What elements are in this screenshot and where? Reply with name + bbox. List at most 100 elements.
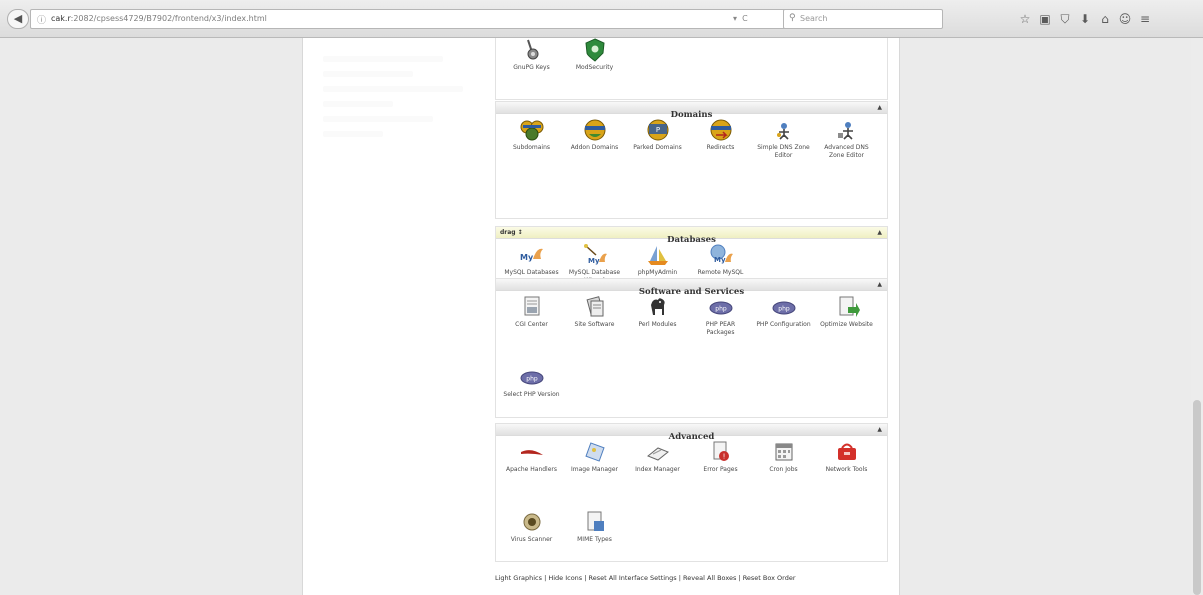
svg-text:php: php xyxy=(778,306,790,313)
back-button[interactable]: ◀ xyxy=(7,9,29,29)
software-section: Software and Services ▲ CGI Center Site … xyxy=(495,278,888,418)
error-pages-item[interactable]: ! Error Pages xyxy=(689,438,752,508)
svg-text:My: My xyxy=(588,257,600,265)
svg-text:php: php xyxy=(526,376,538,383)
site-software-icon xyxy=(586,296,603,317)
cgi-center-icon xyxy=(524,296,539,316)
domains-header[interactable]: Domains ▲ xyxy=(496,102,887,120)
menu-icon[interactable]: ≡ xyxy=(1135,10,1155,28)
mysql-wizard-icon: My xyxy=(583,244,607,265)
php-pear-icon: php xyxy=(709,301,732,315)
domains-section: Domains ▲ Subdomains Addon Domains P Par… xyxy=(495,101,888,219)
mysql-databases-icon: My xyxy=(520,248,543,262)
php-pear-packages-item[interactable]: php PHP PEAR Packages xyxy=(689,293,752,363)
network-tools-icon xyxy=(837,443,856,460)
section-title: Advanced xyxy=(668,432,715,442)
back-arrow-icon: ◀ xyxy=(13,12,23,25)
svg-text:My: My xyxy=(714,256,726,264)
redirects-icon xyxy=(710,119,731,141)
download-icon[interactable]: ⬇ xyxy=(1075,10,1095,28)
site-identity-icon[interactable]: ⓘ xyxy=(37,13,46,26)
collapse-arrow-icon[interactable]: ▲ xyxy=(877,102,882,114)
page-margin-right xyxy=(900,38,1203,595)
modsecurity-shield-icon xyxy=(584,38,605,62)
parked-domains-item[interactable]: P Parked Domains xyxy=(626,116,689,186)
apache-handlers-icon xyxy=(520,450,543,455)
advanced-section: Advanced ▲ Apache Handlers Image Manager xyxy=(495,423,888,562)
index-manager-item[interactable]: Index Manager xyxy=(626,438,689,508)
databases-header[interactable]: drag ↕ Databases ▲ xyxy=(496,227,887,245)
collapse-arrow-icon[interactable]: ▲ xyxy=(877,424,882,436)
parked-domains-icon: P xyxy=(647,119,668,141)
browser-toolbar: ◀ ⓘ cak.r:2082/cpsess4729/B7902/frontend… xyxy=(0,0,1203,38)
svg-text:!: ! xyxy=(722,453,725,461)
collapse-arrow-icon[interactable]: ▲ xyxy=(877,279,882,291)
subdomains-icon xyxy=(520,120,543,141)
mime-types-icon xyxy=(587,511,604,531)
toolbar-icon-group: ☆ ▣ ⛉ ⬇ ⌂ ☺ ≡ xyxy=(1015,10,1155,28)
search-icon: ⚲ xyxy=(789,13,796,23)
advanced-dns-zone-editor-icon xyxy=(837,122,853,140)
php-configuration-item[interactable]: php PHP Configuration xyxy=(752,293,815,363)
optimize-website-icon xyxy=(839,296,860,317)
virus-scanner-item[interactable]: Virus Scanner xyxy=(500,508,563,578)
php-configuration-icon: php xyxy=(772,301,795,315)
search-placeholder: Search xyxy=(800,14,828,23)
bookmarks-icon[interactable]: ▣ xyxy=(1035,10,1055,28)
virus-scanner-icon xyxy=(523,513,540,531)
light-graphics-link[interactable]: Light Graphics xyxy=(495,574,542,582)
apache-handlers-item[interactable]: Apache Handlers xyxy=(500,438,563,508)
reset-box-order-link[interactable]: Reset Box Order xyxy=(743,574,796,582)
modsecurity-item[interactable]: ModSecurity xyxy=(563,38,626,106)
index-manager-icon xyxy=(646,447,669,461)
optimize-website-item[interactable]: Optimize Website xyxy=(815,293,878,363)
url-text[interactable]: cak.r:2082/cpsess4729/B7902/frontend/x3/… xyxy=(51,14,311,23)
cpanel-page: GnuPG Keys ModSecurity Domains ▲ Subdoma… xyxy=(303,38,899,595)
security-section: GnuPG Keys ModSecurity xyxy=(495,38,888,100)
subdomains-item[interactable]: Subdomains xyxy=(500,116,563,186)
mime-types-item[interactable]: MIME Types xyxy=(563,508,626,578)
select-php-version-icon: php xyxy=(520,371,543,385)
simple-dns-zone-editor-icon xyxy=(776,123,789,140)
perl-modules-icon xyxy=(650,298,665,315)
reset-interface-settings-link[interactable]: Reset All Interface Settings xyxy=(589,574,677,582)
svg-text:php: php xyxy=(715,306,727,313)
url-bar[interactable]: ⓘ cak.r:2082/cpsess4729/B7902/frontend/x… xyxy=(30,9,826,29)
simple-dns-zone-editor-item[interactable]: Simple DNS Zone Editor xyxy=(752,116,815,186)
section-title: Domains xyxy=(670,110,713,120)
search-box[interactable]: ⚲ Search xyxy=(783,9,943,29)
drag-handle[interactable]: drag ↕ xyxy=(500,227,523,239)
image-manager-icon xyxy=(584,442,605,462)
sync-icon[interactable]: ☺ xyxy=(1115,10,1135,28)
network-tools-item[interactable]: Network Tools xyxy=(815,438,878,508)
section-title: Databases xyxy=(667,235,716,245)
redirects-item[interactable]: Redirects xyxy=(689,116,752,186)
advanced-header[interactable]: Advanced ▲ xyxy=(496,424,887,442)
home-icon[interactable]: ⌂ xyxy=(1095,10,1115,28)
hide-icons-link[interactable]: Hide Icons xyxy=(548,574,582,582)
site-software-item[interactable]: Site Software xyxy=(563,293,626,363)
scrollbar-thumb[interactable] xyxy=(1193,400,1201,595)
page-divider xyxy=(899,38,900,595)
error-pages-icon: ! xyxy=(713,441,729,461)
reveal-all-boxes-link[interactable]: Reveal All Boxes xyxy=(683,574,736,582)
cgi-center-item[interactable]: CGI Center xyxy=(500,293,563,363)
addon-domains-icon xyxy=(584,119,605,141)
advanced-dns-zone-editor-item[interactable]: Advanced DNS Zone Editor xyxy=(815,116,878,186)
pocket-icon[interactable]: ⛉ xyxy=(1055,10,1075,28)
gnupg-keys-item[interactable]: GnuPG Keys xyxy=(500,38,563,106)
cron-jobs-item[interactable]: Cron Jobs xyxy=(752,438,815,508)
svg-text:My: My xyxy=(520,253,534,262)
collapse-arrow-icon[interactable]: ▲ xyxy=(877,227,882,239)
software-header[interactable]: Software and Services ▲ xyxy=(496,279,887,297)
addon-domains-item[interactable]: Addon Domains xyxy=(563,116,626,186)
star-icon[interactable]: ☆ xyxy=(1015,10,1035,28)
remote-mysql-icon: My xyxy=(710,244,733,264)
reload-button[interactable]: ▾ C xyxy=(733,14,748,23)
perl-modules-item[interactable]: Perl Modules xyxy=(626,293,689,363)
image-manager-item[interactable]: Image Manager xyxy=(563,438,626,508)
sidebar-faded xyxy=(323,56,483,146)
phpmyadmin-icon xyxy=(647,246,668,265)
svg-text:P: P xyxy=(655,126,659,134)
page-margin-left xyxy=(0,38,303,595)
